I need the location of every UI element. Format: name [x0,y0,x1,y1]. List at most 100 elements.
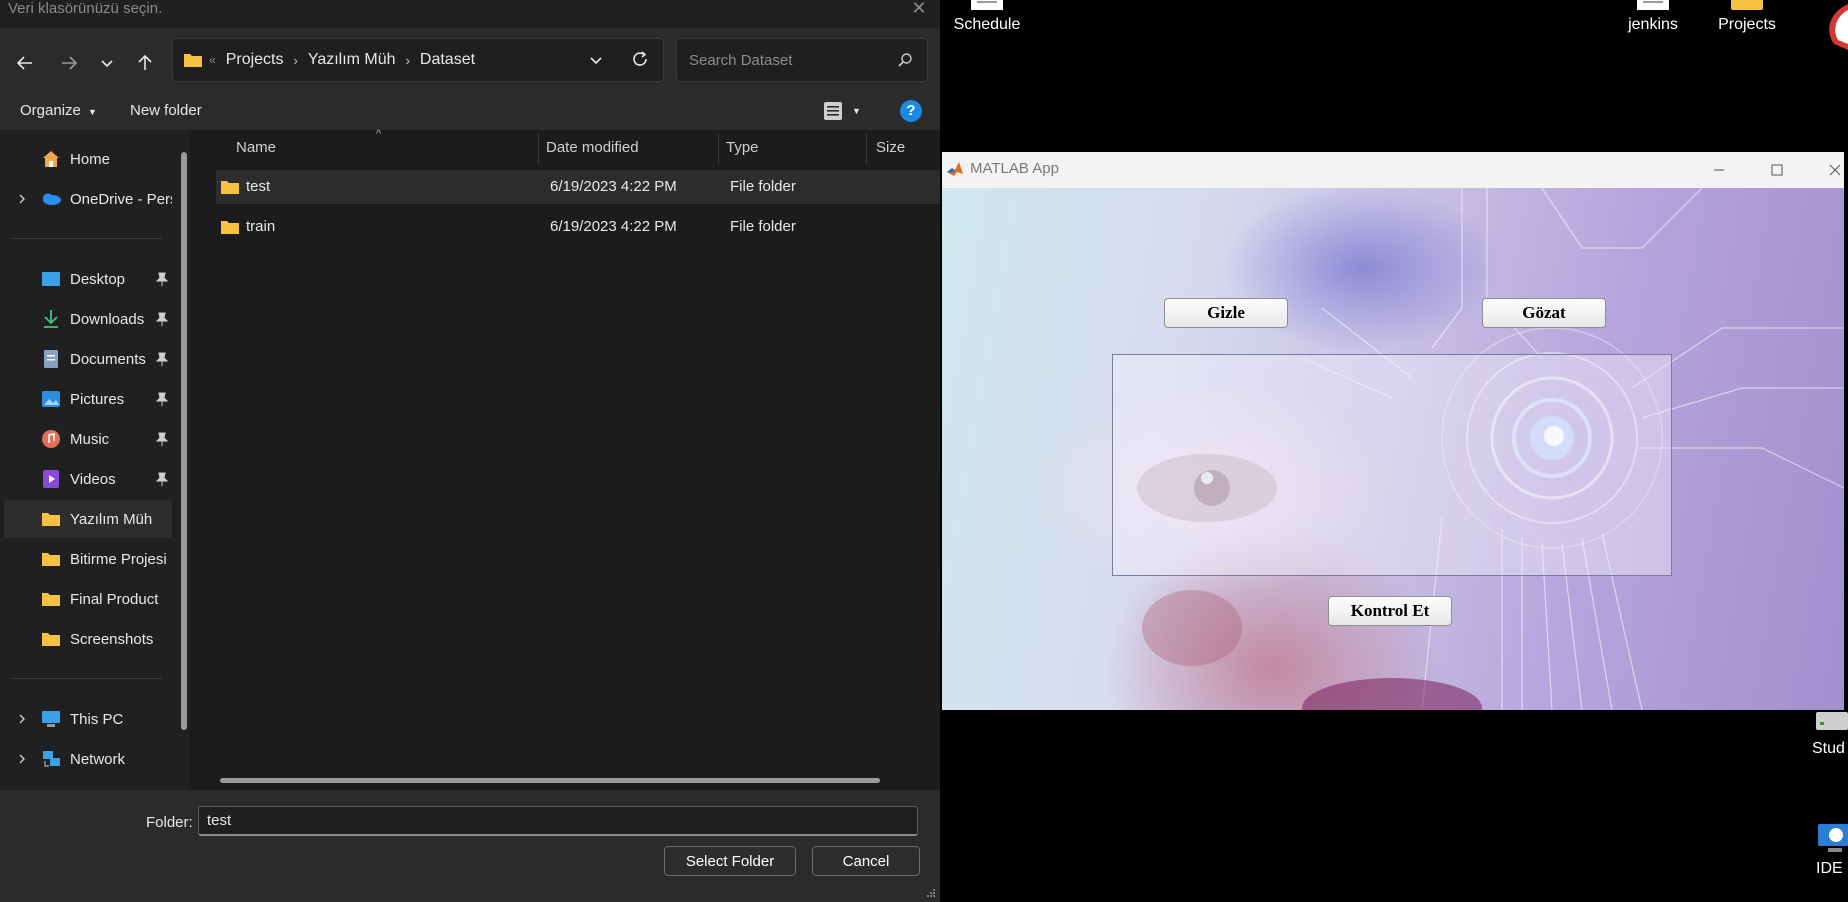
table-row[interactable]: train 6/19/2023 4:22 PM File folder [216,210,940,244]
address-bar[interactable]: « Projects › Yazılım Müh › Dataset [172,38,664,82]
pin-icon[interactable] [156,312,168,326]
pin-icon[interactable] [156,392,168,406]
sidebar-item-final-product[interactable]: Final Product [4,580,172,618]
close-icon[interactable] [1812,152,1848,188]
sidebar-item-label: Final Product [70,590,159,608]
gozat-button[interactable]: Gözat [1482,298,1606,328]
desktop-icon-stud[interactable]: Stud [1812,706,1848,758]
sidebar-item-music[interactable]: Music [4,420,172,458]
view-options-button[interactable]: ▼ [822,100,861,122]
kontrol-et-button[interactable]: Kontrol Et [1328,596,1452,626]
column-header-type[interactable]: Type [726,130,759,166]
sidebar-item-screenshots[interactable]: Screenshots [4,620,172,658]
sidebar-item-bitirme-projesi[interactable]: Bitirme Projesi [4,540,172,578]
maximize-icon[interactable] [1754,152,1800,188]
table-row[interactable]: test 6/19/2023 4:22 PM File folder [216,170,940,204]
sidebar-item-label: This PC [70,710,124,728]
sidebar-item-documents[interactable]: Documents [4,340,172,378]
address-dropdown-icon[interactable] [589,53,603,67]
column-header-name[interactable]: Name [236,130,276,166]
forward-button[interactable] [54,48,84,78]
breadcrumb-separator-icon[interactable]: › [293,53,297,68]
minimize-icon[interactable] [1696,152,1742,188]
desktop-icon-ide[interactable]: IDE [1816,822,1848,878]
sidebar-item-this-pc[interactable]: This PC [4,700,172,738]
sidebar-item-label: Downloads [70,310,145,328]
overflow-chevron-icon[interactable]: « [209,53,216,67]
new-folder-button[interactable]: New folder [130,102,202,119]
up-button[interactable] [130,48,160,78]
resize-grip-icon[interactable] [926,888,936,898]
pictures-icon [40,388,62,410]
folder-icon [40,588,62,610]
sidebar-item-label: Yazılım Müh [70,510,153,528]
sidebar-item-label: Network [70,750,126,768]
folder-picker-dialog: Veri klasörünüzü seçin. ✕ « Projects › Y… [0,0,940,902]
organize-button[interactable]: Organize ▼ [20,102,97,119]
breadcrumb-separator-icon[interactable]: › [406,53,410,68]
folder-input[interactable] [198,806,918,836]
sidebar-item-network[interactable]: Network [4,740,172,778]
sidebar-item-videos[interactable]: Videos [4,460,172,498]
sidebar-item-onedrive[interactable]: OneDrive - Perso [4,180,172,218]
chevron-down-icon [101,60,113,68]
sidebar-item-downloads[interactable]: Downloads [4,300,172,338]
desktop-icon-jenkins[interactable]: jenkins [1610,0,1696,34]
breadcrumb-dataset[interactable]: Dataset [420,51,475,69]
cancel-button[interactable]: Cancel [812,846,920,876]
sidebar-item-label: Desktop [70,270,126,288]
refresh-icon[interactable] [631,50,649,68]
sidebar-item-label: Documents [70,350,146,368]
close-icon[interactable]: ✕ [908,0,930,18]
column-divider[interactable] [538,134,539,164]
search-icon[interactable] [897,52,913,68]
network-icon [40,748,62,770]
navigation-pane: Home OneDrive - Perso Desktop Downloads … [0,130,190,790]
back-button[interactable] [10,48,40,78]
column-divider[interactable] [718,134,719,164]
documents-icon [40,348,62,370]
gizle-button[interactable]: Gizle [1164,298,1288,328]
sidebar-item-label: Pictures [70,390,125,408]
pin-icon[interactable] [156,272,168,286]
sidebar-item-label: Videos [70,470,116,488]
matlab-window-title: MATLAB App [970,160,1059,177]
desktop-icon-label: Projects [1718,16,1776,33]
jenkins-logo-icon[interactable] [1810,0,1848,60]
sidebar-item-home[interactable]: Home [4,140,172,178]
breadcrumb-projects[interactable]: Projects [226,51,284,69]
sidebar-item-label: Home [70,150,111,168]
select-folder-button[interactable]: Select Folder [664,846,796,876]
home-icon [40,148,62,170]
image-display-panel [1112,354,1672,576]
caret-down-icon: ▼ [88,107,97,117]
search-input[interactable] [687,49,891,71]
horizontal-scrollbar[interactable] [220,778,880,783]
folder-icon [40,628,62,650]
column-divider[interactable] [866,134,867,164]
breadcrumb-yazilim-muh[interactable]: Yazılım Müh [308,51,396,69]
sidebar-scrollbar[interactable] [181,152,187,730]
desktop-icon [40,268,62,290]
matlab-titlebar: MATLAB App [942,152,1844,188]
pin-icon[interactable] [156,352,168,366]
column-header-size[interactable]: Size [876,130,905,166]
search-box[interactable] [676,38,928,82]
music-icon [40,428,62,450]
sidebar-item-pictures[interactable]: Pictures [4,380,172,418]
folder-icon [220,179,240,195]
sidebar-divider [12,678,162,679]
monitor-icon [1818,824,1848,852]
column-header-date-modified[interactable]: Date modified [546,130,639,166]
recent-locations-button[interactable] [92,48,122,78]
sidebar-item-desktop[interactable]: Desktop [4,260,172,298]
desktop-icon-label: Stud [1812,740,1845,757]
desktop-icon-schedule[interactable]: Schedule [944,0,1030,34]
help-icon[interactable]: ? [900,100,922,122]
pin-icon[interactable] [156,432,168,446]
drive-icon [1816,712,1848,730]
desktop-icon-label: Schedule [953,16,1021,33]
pin-icon[interactable] [156,472,168,486]
sidebar-item-yazilim-muh[interactable]: Yazılım Müh [4,500,172,538]
desktop-icon-projects[interactable]: Projects [1704,0,1790,34]
